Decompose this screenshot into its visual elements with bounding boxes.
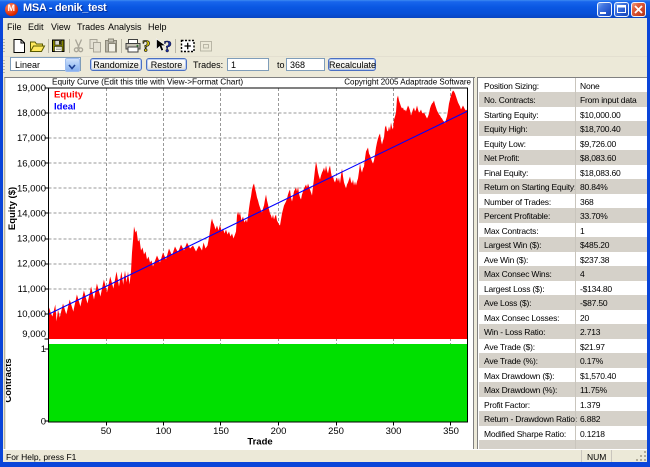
svg-text:14,000: 14,000 xyxy=(17,209,46,220)
svg-text:9,000: 9,000 xyxy=(22,329,46,340)
svg-text:17,000: 17,000 xyxy=(17,133,46,144)
svg-text:300: 300 xyxy=(386,426,402,437)
svg-text:Trade: Trade xyxy=(247,437,272,448)
svg-text:Equity ($): Equity ($) xyxy=(7,187,18,230)
svg-text:150: 150 xyxy=(213,426,229,437)
svg-text:18,000: 18,000 xyxy=(17,108,46,119)
svg-text:Equity: Equity xyxy=(54,90,84,101)
svg-text:?: ? xyxy=(164,37,173,56)
svg-text:Equity Curve (Edit this title: Equity Curve (Edit this title with View-… xyxy=(52,78,243,87)
svg-text:1: 1 xyxy=(41,344,46,355)
svg-text:0: 0 xyxy=(41,417,46,428)
svg-text:?: ? xyxy=(142,37,151,56)
svg-text:100: 100 xyxy=(156,426,172,437)
svg-text:350: 350 xyxy=(443,426,459,437)
svg-text:19,000: 19,000 xyxy=(17,83,46,94)
svg-text:200: 200 xyxy=(271,426,287,437)
svg-text:50: 50 xyxy=(101,426,112,437)
svg-text:Ideal: Ideal xyxy=(54,102,76,113)
svg-text:11,000: 11,000 xyxy=(18,284,46,295)
svg-text:10,000: 10,000 xyxy=(17,309,46,320)
svg-text:12,000: 12,000 xyxy=(17,259,46,270)
svg-text:250: 250 xyxy=(328,426,344,437)
svg-text:15,000: 15,000 xyxy=(17,183,46,194)
svg-text:16,000: 16,000 xyxy=(17,158,46,169)
svg-text:Copyright 2005 Adaptrade Softw: Copyright 2005 Adaptrade Software xyxy=(344,78,471,87)
svg-text:13,000: 13,000 xyxy=(17,234,46,245)
svg-text:Contracts: Contracts xyxy=(6,358,14,402)
